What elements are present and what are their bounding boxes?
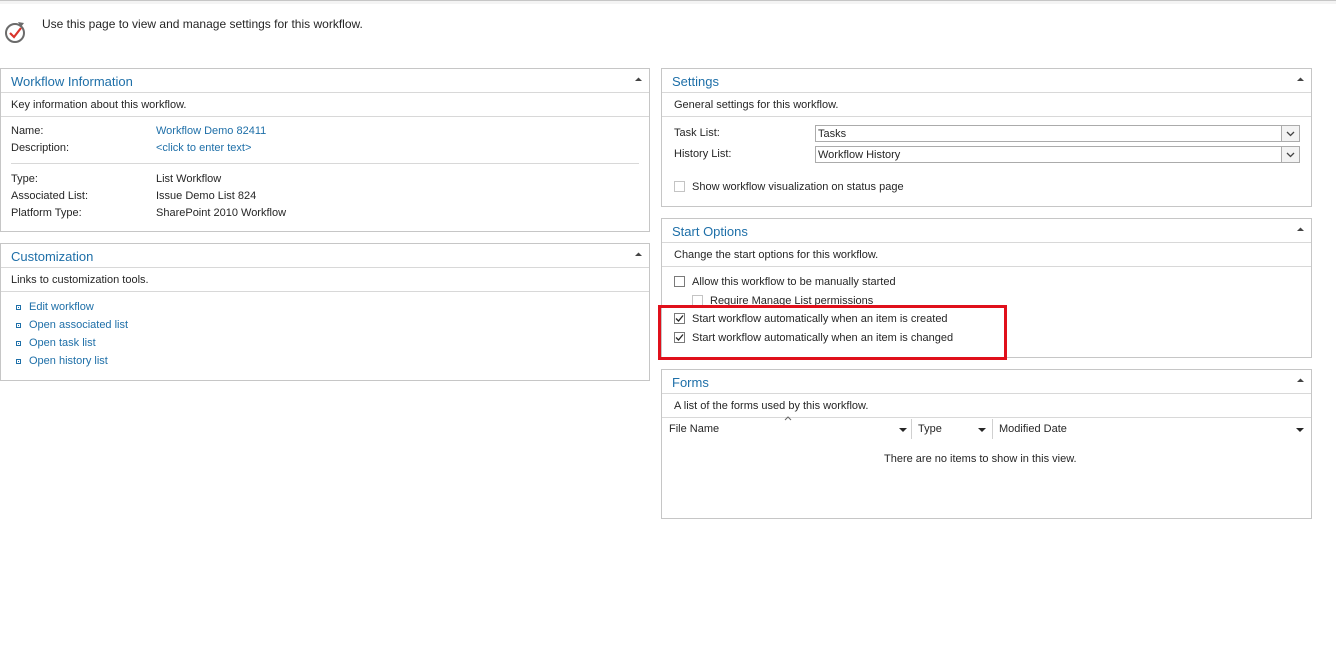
divider bbox=[1, 92, 649, 93]
platform-type-value: SharePoint 2010 Workflow bbox=[156, 207, 287, 219]
panel-title: Customization bbox=[11, 249, 94, 264]
column-divider bbox=[992, 419, 993, 439]
divider bbox=[662, 266, 1311, 267]
collapse-icon[interactable] bbox=[634, 250, 643, 259]
dropdown-button[interactable] bbox=[1281, 126, 1299, 141]
open-history-list-link[interactable]: Open history list bbox=[29, 355, 108, 367]
divider bbox=[662, 116, 1311, 117]
panel-subtitle: A list of the forms used by this workflo… bbox=[674, 400, 869, 412]
panel-title: Forms bbox=[672, 375, 709, 390]
manual-start-checkbox[interactable] bbox=[674, 276, 685, 287]
collapse-icon[interactable] bbox=[1296, 225, 1305, 234]
bullet-icon bbox=[16, 323, 21, 328]
forms-panel: Forms A list of the forms used by this w… bbox=[661, 369, 1312, 519]
task-list-select[interactable]: Tasks bbox=[815, 125, 1300, 142]
divider bbox=[662, 393, 1311, 394]
empty-message: There are no items to show in this view. bbox=[884, 453, 1077, 465]
settings-panel: Settings General settings for this workf… bbox=[661, 68, 1312, 207]
divider bbox=[1, 267, 649, 268]
column-divider bbox=[911, 419, 912, 439]
task-list-label: Task List: bbox=[674, 127, 720, 139]
workflow-icon bbox=[5, 22, 25, 43]
collapse-icon[interactable] bbox=[1296, 75, 1305, 84]
platform-type-label: Platform Type: bbox=[11, 207, 82, 219]
name-label: Name: bbox=[11, 125, 44, 137]
open-task-list-link[interactable]: Open task list bbox=[29, 337, 96, 349]
divider bbox=[662, 242, 1311, 243]
associated-list-value: Issue Demo List 824 bbox=[156, 190, 257, 202]
panel-subtitle: Key information about this workflow. bbox=[11, 99, 187, 111]
description-value[interactable]: <click to enter text> bbox=[156, 142, 251, 154]
associated-list-label: Associated List: bbox=[11, 190, 89, 202]
collapse-icon[interactable] bbox=[634, 75, 643, 84]
column-menu-icon[interactable] bbox=[1296, 428, 1304, 432]
task-list-value: Tasks bbox=[818, 128, 847, 140]
panel-title: Start Options bbox=[672, 224, 748, 239]
column-menu-icon[interactable] bbox=[978, 428, 986, 432]
visualization-label: Show workflow visualization on status pa… bbox=[692, 181, 904, 193]
panel-subtitle: Change the start options for this workfl… bbox=[674, 249, 879, 261]
type-label: Type: bbox=[11, 173, 38, 185]
bullet-icon bbox=[16, 359, 21, 364]
divider bbox=[662, 92, 1311, 93]
divider bbox=[1, 291, 649, 292]
chevron-down-icon bbox=[1286, 152, 1295, 158]
history-list-value: Workflow History bbox=[818, 149, 901, 161]
column-header-type[interactable]: Type bbox=[918, 423, 942, 435]
collapse-icon[interactable] bbox=[1296, 376, 1305, 385]
customization-panel: Customization Links to customization too… bbox=[0, 243, 650, 381]
panel-title: Settings bbox=[672, 74, 719, 89]
page-header: Use this page to view and manage setting… bbox=[0, 12, 700, 48]
history-list-label: History List: bbox=[674, 148, 732, 160]
bullet-icon bbox=[16, 341, 21, 346]
divider bbox=[662, 417, 1311, 418]
page-description: Use this page to view and manage setting… bbox=[42, 17, 363, 31]
panel-title: Workflow Information bbox=[11, 74, 133, 89]
open-associated-list-link[interactable]: Open associated list bbox=[29, 319, 128, 331]
top-border bbox=[0, 0, 1336, 4]
sort-indicator-icon bbox=[784, 416, 792, 421]
dropdown-button[interactable] bbox=[1281, 147, 1299, 162]
visualization-checkbox[interactable] bbox=[674, 181, 685, 192]
column-header-modified-date[interactable]: Modified Date bbox=[999, 423, 1067, 435]
divider bbox=[11, 163, 639, 164]
highlight-box bbox=[658, 305, 1007, 360]
description-label: Description: bbox=[11, 142, 70, 154]
column-header-file-name[interactable]: File Name bbox=[669, 423, 719, 435]
name-value[interactable]: Workflow Demo 82411 bbox=[156, 125, 266, 137]
edit-workflow-link[interactable]: Edit workflow bbox=[29, 301, 94, 313]
column-menu-icon[interactable] bbox=[899, 428, 907, 432]
history-list-select[interactable]: Workflow History bbox=[815, 146, 1300, 163]
panel-subtitle: Links to customization tools. bbox=[11, 274, 149, 286]
workflow-information-panel: Workflow Information Key information abo… bbox=[0, 68, 650, 232]
panel-subtitle: General settings for this workflow. bbox=[674, 99, 839, 111]
bullet-icon bbox=[16, 305, 21, 310]
type-value: List Workflow bbox=[156, 173, 222, 185]
manual-start-label: Allow this workflow to be manually start… bbox=[692, 276, 896, 288]
chevron-down-icon bbox=[1286, 131, 1295, 137]
divider bbox=[1, 116, 649, 117]
